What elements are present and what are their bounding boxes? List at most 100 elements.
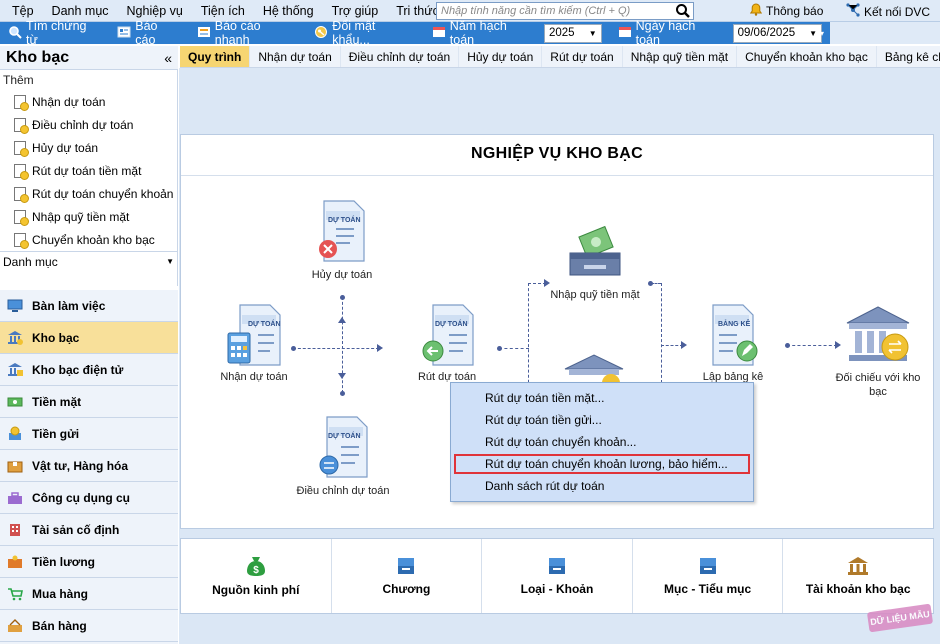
node-cash-deposit[interactable]: Nhập quỹ tiền mặt <box>543 223 647 301</box>
node-treasury-transfer[interactable] <box>563 353 625 383</box>
menu-item-withdraw-transfer[interactable]: Rút dự toán chuyển khoản... <box>451 431 753 453</box>
notification-label: Thông báo <box>766 4 824 18</box>
bank-icon <box>6 330 24 346</box>
notification-button[interactable]: Thông báo <box>749 3 824 19</box>
search-placeholder: Nhập tính năng cần tìm kiếm (Ctrl + Q) <box>441 5 631 17</box>
section-catalog-heading[interactable]: Danh mục ▼ <box>0 251 177 271</box>
accounting-date-value: 09/06/2025 <box>737 27 796 39</box>
connector-dot <box>340 391 345 396</box>
quick-add-receive-estimate[interactable]: Nhận dự toán <box>0 90 177 113</box>
connector <box>787 345 837 346</box>
collapse-icon[interactable]: « <box>164 50 172 66</box>
toolbar: Tìm chứng từ Báo cáo Báo cáo nhanh Đổi m… <box>0 19 830 47</box>
node-adjust-estimate[interactable]: DỰ TOÁN Điều chỉnh dự toán <box>289 415 397 497</box>
cancel-estimate-icon <box>319 200 365 262</box>
nav-inventory[interactable]: Vật tư, Hàng hóa <box>0 450 178 482</box>
accounting-date-picker[interactable]: 09/06/2025 ▼ <box>732 23 822 43</box>
tools-icon <box>6 490 24 506</box>
change-password-button[interactable]: Đổi mật khẩu... <box>306 19 424 47</box>
receive-estimate-icon <box>227 304 281 366</box>
menu-item-withdraw-salary-insurance[interactable]: Rút dự toán chuyển khoản lương, bảo hiểm… <box>453 453 751 475</box>
connect-dvc-button[interactable]: Kết nối DVC <box>846 3 930 20</box>
quick-add-cash-deposit[interactable]: Nhập quỹ tiền mặt <box>0 205 177 228</box>
menu-operations[interactable]: Nghiệp vụ <box>115 4 189 18</box>
node-reconcile[interactable]: Đối chiếu với kho bạc <box>831 303 925 399</box>
list-tag: BẢNG KÊ <box>718 321 751 328</box>
tab-cash-deposit[interactable]: Nhập quỹ tiền mặt <box>623 46 738 67</box>
cash-icon <box>6 394 24 410</box>
connector-dot <box>785 343 790 348</box>
quick-add-label: Nhận dự toán <box>32 94 106 109</box>
tab-withdraw-estimate[interactable]: Rút dự toán <box>542 46 623 67</box>
quick-add-withdraw-cash[interactable]: Rút dự toán tiền mặt <box>0 159 177 182</box>
catalog-heading-label: Danh mục <box>3 254 58 269</box>
catalog-treasury-account[interactable]: Tài khoản kho bạc <box>783 539 933 613</box>
key-icon <box>314 25 328 42</box>
chevron-down-icon[interactable]: ▼ <box>166 257 174 266</box>
catalog-label: Mục - Tiểu mục <box>664 582 752 596</box>
node-cancel-estimate[interactable]: DỰ TOÁN Hủy dự toán <box>299 199 385 281</box>
catalog-funding-source[interactable]: $ Nguồn kinh phí <box>181 539 332 613</box>
quick-add-cancel-estimate[interactable]: Hủy dự toán <box>0 136 177 159</box>
nav-label: Tiền mặt <box>32 394 82 409</box>
catalog-item-subitem[interactable]: Mục - Tiểu mục <box>633 539 784 613</box>
menu-system[interactable]: Hệ thống <box>251 4 320 18</box>
document-add-icon <box>14 117 29 134</box>
search-icon <box>8 25 22 42</box>
nav-treasury[interactable]: Kho bạc <box>0 322 178 354</box>
connector <box>661 283 662 383</box>
node-label: Đối chiếu với kho bạc <box>835 372 921 398</box>
catalog-bar: $ Nguồn kinh phí Chương Loại - Khoản Mục… <box>180 538 934 614</box>
toolbar-overflow-icon[interactable]: ▾ <box>820 29 824 38</box>
nav-purchasing[interactable]: Mua hàng <box>0 578 178 610</box>
nav-cash[interactable]: Tiền mặt <box>0 386 178 418</box>
quick-add-treasury-transfer[interactable]: Chuyển khoản kho bạc <box>0 228 177 251</box>
menu-utilities[interactable]: Tiện ích <box>189 4 251 18</box>
document-add-icon <box>14 140 29 157</box>
node-create-list[interactable]: BẢNG KÊ Lập bảng kê <box>693 303 773 383</box>
nav-sales[interactable]: Bán hàng <box>0 610 178 642</box>
tab-voucher-list[interactable]: Bảng kê chứng từ thanh <box>877 46 940 67</box>
create-list-icon <box>712 304 758 366</box>
catalog-type-section[interactable]: Loại - Khoản <box>482 539 633 613</box>
menu-item-withdraw-cash[interactable]: Rút dự toán tiền mặt... <box>451 387 753 409</box>
tab-process[interactable]: Quy trình <box>180 46 251 67</box>
tab-cancel-estimate[interactable]: Hủy dự toán <box>459 46 543 67</box>
search-input[interactable]: Nhập tính năng cần tìm kiếm (Ctrl + Q) <box>436 2 694 20</box>
quick-add-adjust-estimate[interactable]: Điều chỉnh dự toán <box>0 113 177 136</box>
find-voucher-button[interactable]: Tìm chứng từ <box>0 19 109 47</box>
report-button[interactable]: Báo cáo <box>109 19 189 47</box>
menu-help[interactable]: Trợ giúp <box>320 4 385 18</box>
arrow-down-icon <box>338 373 346 379</box>
catalog-chapter[interactable]: Chương <box>332 539 483 613</box>
document-add-icon <box>14 186 29 203</box>
menu-item-withdraw-deposit[interactable]: Rút dự toán tiền gửi... <box>451 409 753 431</box>
catalog-label: Chương <box>382 582 431 596</box>
tab-treasury-transfer[interactable]: Chuyển khoản kho bạc <box>737 46 877 67</box>
fiscal-year-select[interactable]: 2025 ▼ <box>543 23 602 43</box>
nav-e-treasury[interactable]: Kho bạc điện tử <box>0 354 178 386</box>
quick-add-withdraw-transfer[interactable]: Rút dự toán chuyển khoản <box>0 182 177 205</box>
nav-desktop[interactable]: Bàn làm việc <box>0 290 178 322</box>
node-label: Điều chỉnh dự toán <box>296 485 390 497</box>
nav-label: Bán hàng <box>32 618 87 633</box>
nav-payroll[interactable]: Tiền lương <box>0 546 178 578</box>
nav-tools[interactable]: Công cụ dụng cụ <box>0 482 178 514</box>
box-icon <box>6 458 24 474</box>
tab-receive-estimate[interactable]: Nhận dự toán <box>250 46 341 67</box>
menu-file[interactable]: Tệp <box>0 4 40 18</box>
nav-fixed-assets[interactable]: Tài sản cố định <box>0 514 178 546</box>
chevron-down-icon: ▼ <box>588 28 597 38</box>
menu-item-withdraw-list[interactable]: Danh sách rút dự toán <box>451 475 753 497</box>
node-label: Nhận dự toán <box>220 371 288 383</box>
menu-catalog[interactable]: Danh mục <box>40 4 115 18</box>
nav-deposit[interactable]: Tiền gửi <box>0 418 178 450</box>
node-receive-estimate[interactable]: DỰ TOÁN Nhận dự toán <box>209 303 299 383</box>
connector-dot <box>340 295 345 300</box>
tab-adjust-estimate[interactable]: Điều chỉnh dự toán <box>341 46 460 67</box>
node-withdraw-estimate[interactable]: DỰ TOÁN Rút dự toán <box>405 303 489 383</box>
node-label: Nhập quỹ tiền mặt <box>550 289 640 301</box>
network-icon <box>846 3 860 20</box>
catalog-label: Nguồn kinh phí <box>212 583 300 597</box>
quick-report-button[interactable]: Báo cáo nhanh <box>189 19 307 47</box>
